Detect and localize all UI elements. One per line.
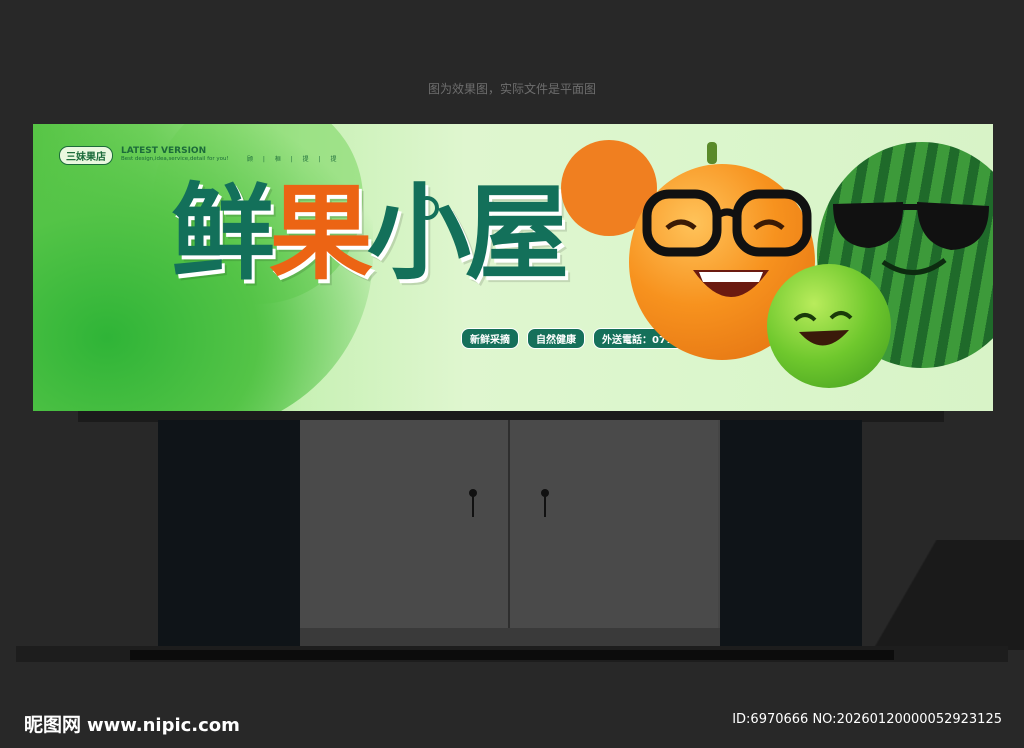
footer-brand: 昵图网 www.nipic.com xyxy=(24,710,240,737)
cabinet-door-left xyxy=(300,420,510,628)
cabinet-door-right xyxy=(510,420,718,628)
fruit-faces xyxy=(642,189,989,346)
right-pillar xyxy=(720,420,862,648)
orange-glasses-icon xyxy=(642,189,812,257)
image-id: ID:6970666 NO:20260120000052923125 xyxy=(732,712,1002,727)
left-pillar xyxy=(158,420,300,648)
watermelon-mouth-icon xyxy=(881,258,947,275)
floor-shadow xyxy=(130,650,894,660)
shop-banner: 三妹果店 LATEST VERSION Best design,idea,ser… xyxy=(33,124,993,411)
cabinet xyxy=(300,420,720,648)
watermelon-sunglasses-icon xyxy=(833,202,989,250)
door-knob-stem-left xyxy=(472,495,474,517)
preview-note: 图为效果图，实际文件是平面图 xyxy=(427,82,596,96)
brand-url[interactable]: www.nipic.com xyxy=(87,715,240,736)
lime-face-icon xyxy=(793,311,853,346)
cabinet-base xyxy=(300,628,720,648)
brand-name: 昵图网 xyxy=(24,714,82,736)
wall-shadow xyxy=(870,540,1024,650)
door-knob-stem-right xyxy=(544,495,546,517)
